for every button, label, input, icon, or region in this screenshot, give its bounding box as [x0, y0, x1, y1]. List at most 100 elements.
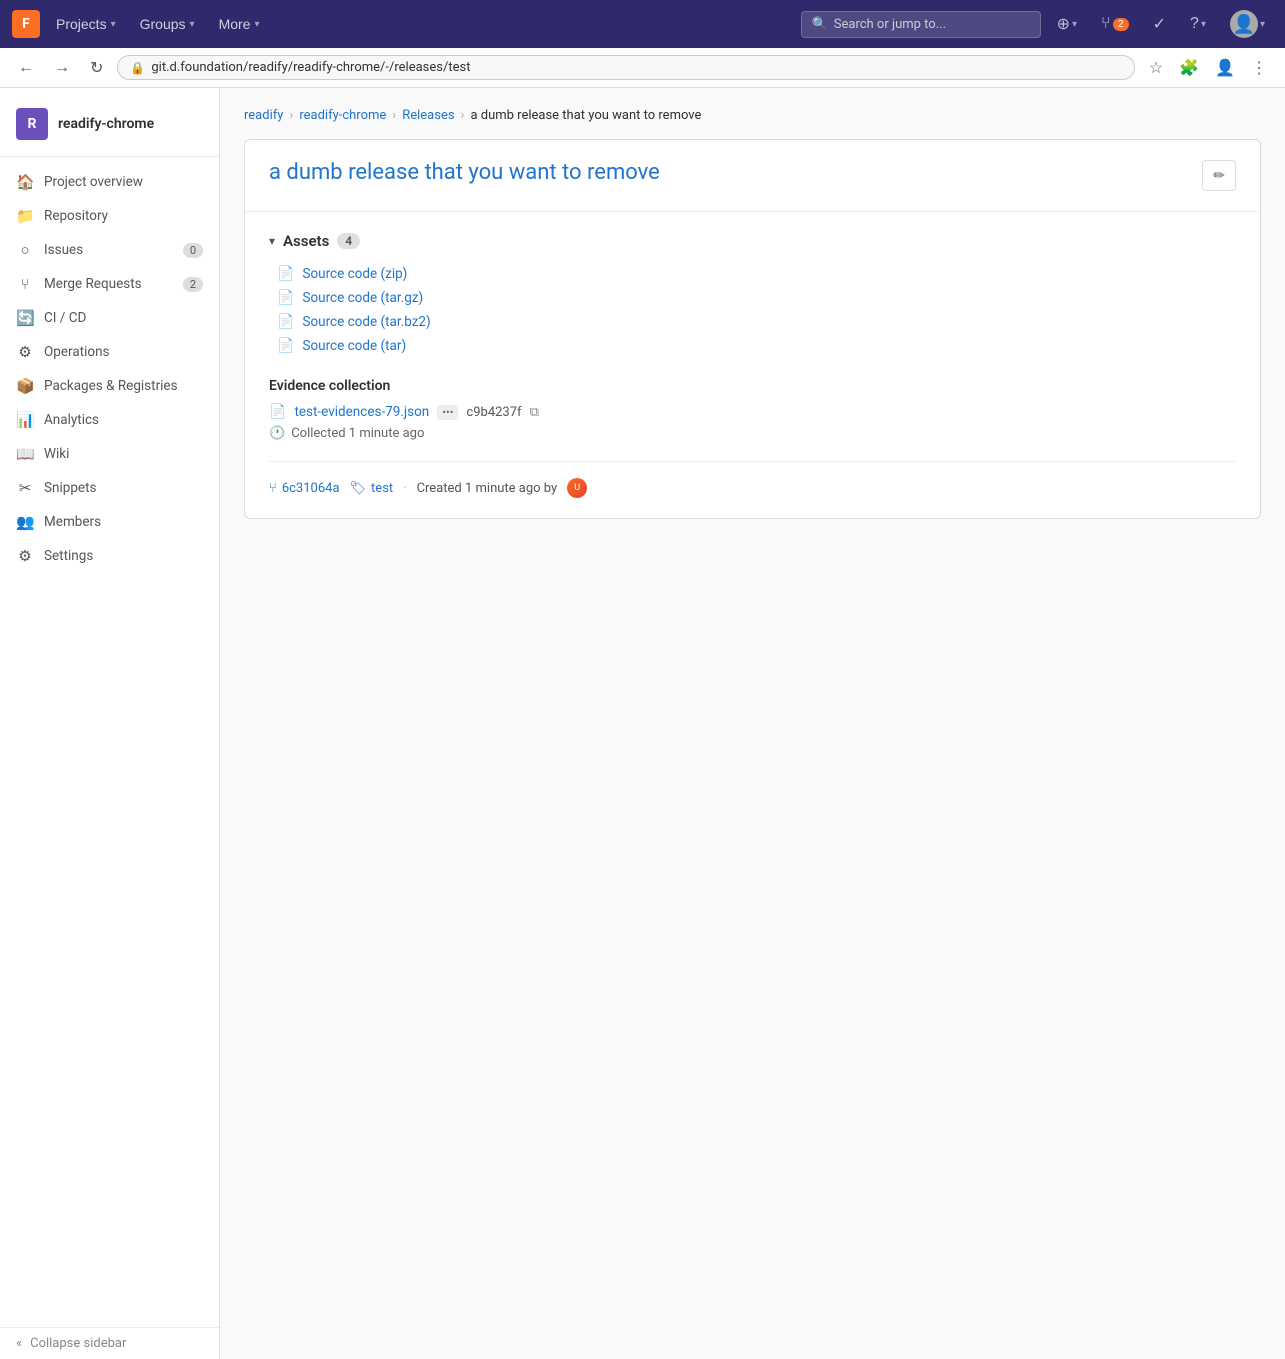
evidence-collected-text: Collected 1 minute ago: [291, 426, 424, 441]
asset-label-tarbz2: Source code (tar.bz2): [302, 314, 430, 330]
profile-button[interactable]: 👤: [1209, 56, 1241, 80]
sidebar-item-wiki[interactable]: 📖 Wiki: [0, 437, 219, 471]
tag-icon: 🏷: [350, 481, 367, 496]
sidebar-item-project-overview[interactable]: 🏠 Project overview: [0, 165, 219, 199]
ci-cd-icon: 🔄: [16, 309, 34, 327]
url-text: git.d.foundation/readify/readify-chrome/…: [151, 60, 470, 75]
evidence-hash: c9b4237f: [466, 405, 521, 420]
breadcrumb-readify[interactable]: readify: [244, 108, 283, 123]
help-icon: ?: [1190, 15, 1199, 33]
asset-label-targz: Source code (tar.gz): [302, 290, 423, 306]
user-menu[interactable]: 👤 ▾: [1222, 6, 1273, 42]
collapse-icon: «: [16, 1336, 22, 1351]
back-button[interactable]: ←: [12, 57, 40, 79]
tag-name: test: [371, 481, 393, 496]
star-button[interactable]: ☆: [1143, 56, 1169, 80]
commit-link[interactable]: ⑂ 6c31064a: [269, 481, 340, 496]
sidebar-label-analytics: Analytics: [44, 412, 203, 428]
help-chevron: ▾: [1201, 19, 1206, 30]
more-menu[interactable]: More ▾: [211, 12, 268, 36]
forward-button[interactable]: →: [48, 57, 76, 79]
issues-badge: 0: [183, 243, 203, 258]
evidence-row: 📄 test-evidences-79.json ••• c9b4237f ⧉: [269, 404, 1236, 420]
asset-label-tar: Source code (tar): [302, 338, 406, 354]
sidebar-item-analytics[interactable]: 📊 Analytics: [0, 403, 219, 437]
asset-icon-tar: 📄: [277, 338, 294, 354]
evidence-dots[interactable]: •••: [437, 405, 458, 420]
copy-hash-icon[interactable]: ⧉: [530, 405, 539, 420]
breadcrumb-releases[interactable]: Releases: [402, 108, 454, 123]
breadcrumb: readify › readify-chrome › Releases › a …: [244, 108, 1261, 123]
breadcrumb-sep-1: ›: [289, 108, 293, 123]
asset-item-targz[interactable]: 📄 Source code (tar.gz): [277, 286, 1236, 310]
meta-separator: ·: [403, 481, 406, 496]
analytics-icon: 📊: [16, 411, 34, 429]
tag-link[interactable]: 🏷 test: [350, 481, 394, 496]
projects-menu[interactable]: Projects ▾: [48, 12, 124, 36]
reload-button[interactable]: ↻: [84, 56, 109, 80]
collapse-label: Collapse sidebar: [30, 1336, 126, 1351]
wiki-icon: 📖: [16, 445, 34, 463]
members-icon: 👥: [16, 513, 34, 531]
sidebar-item-repository[interactable]: 📁 Repository: [0, 199, 219, 233]
sidebar-label-wiki: Wiki: [44, 446, 203, 462]
snippets-icon: ✂: [16, 479, 34, 497]
sidebar-label-repository: Repository: [44, 208, 203, 224]
sidebar-item-settings[interactable]: ⚙ Settings: [0, 539, 219, 573]
sidebar-item-ci-cd[interactable]: 🔄 CI / CD: [0, 301, 219, 335]
menu-button[interactable]: ⋮: [1245, 56, 1273, 80]
sidebar-label-merge-requests: Merge Requests: [44, 276, 173, 292]
project-name: readify-chrome: [58, 116, 154, 132]
asset-item-zip[interactable]: 📄 Source code (zip): [277, 262, 1236, 286]
projects-label: Projects: [56, 16, 107, 32]
sidebar-project-header: R readify-chrome: [0, 100, 219, 157]
url-input[interactable]: 🔒 git.d.foundation/readify/readify-chrom…: [117, 55, 1134, 80]
breadcrumb-current: a dumb release that you want to remove: [470, 108, 701, 123]
new-chevron: ▾: [1072, 19, 1077, 30]
asset-item-tar[interactable]: 📄 Source code (tar): [277, 334, 1236, 358]
creator-avatar: U: [567, 478, 587, 498]
url-bar: ← → ↻ 🔒 git.d.foundation/readify/readify…: [0, 48, 1285, 88]
sidebar-item-members[interactable]: 👥 Members: [0, 505, 219, 539]
breadcrumb-sep-2: ›: [392, 108, 396, 123]
release-title: a dumb release that you want to remove: [269, 160, 660, 185]
sidebar-item-operations[interactable]: ⚙ Operations: [0, 335, 219, 369]
packages-icon: 📦: [16, 377, 34, 395]
edit-release-button[interactable]: ✏: [1202, 160, 1236, 191]
commit-icon: ⑂: [269, 481, 277, 496]
search-bar[interactable]: 🔍 Search or jump to...: [801, 11, 1041, 38]
extensions-button[interactable]: 🧩: [1173, 56, 1205, 80]
help-button[interactable]: ? ▾: [1182, 11, 1214, 37]
sidebar-label-issues: Issues: [44, 242, 173, 258]
todo-button[interactable]: ✓: [1145, 10, 1174, 38]
groups-menu[interactable]: Groups ▾: [132, 12, 203, 36]
asset-icon-tarbz2: 📄: [277, 314, 294, 330]
new-item-button[interactable]: ⊕ ▾: [1049, 10, 1085, 38]
sidebar-item-merge-requests[interactable]: ⑂ Merge Requests 2: [0, 267, 219, 301]
sidebar-label-project-overview: Project overview: [44, 174, 203, 190]
assets-toggle[interactable]: ▾ Assets 4: [269, 232, 1236, 250]
merge-requests-button[interactable]: ⑂ 2: [1093, 11, 1137, 37]
evidence-file-icon: 📄: [269, 404, 286, 420]
asset-item-tarbz2[interactable]: 📄 Source code (tar.bz2): [277, 310, 1236, 334]
project-overview-icon: 🏠: [16, 173, 34, 191]
sidebar-item-issues[interactable]: ○ Issues 0: [0, 233, 219, 267]
sidebar-label-snippets: Snippets: [44, 480, 203, 496]
release-header: a dumb release that you want to remove ✏: [245, 140, 1260, 212]
settings-icon: ⚙: [16, 547, 34, 565]
gitlab-logo[interactable]: F: [12, 10, 40, 38]
groups-chevron: ▾: [190, 19, 195, 30]
asset-label-zip: Source code (zip): [302, 266, 407, 282]
evidence-section-title: Evidence collection: [269, 378, 1236, 394]
collapse-sidebar-button[interactable]: « Collapse sidebar: [0, 1327, 219, 1359]
sidebar-label-settings: Settings: [44, 548, 203, 564]
evidence-filename[interactable]: test-evidences-79.json: [294, 404, 429, 420]
sidebar-item-snippets[interactable]: ✂ Snippets: [0, 471, 219, 505]
sidebar-item-packages-registries[interactable]: 📦 Packages & Registries: [0, 369, 219, 403]
breadcrumb-readify-chrome[interactable]: readify-chrome: [299, 108, 386, 123]
project-avatar: R: [16, 108, 48, 140]
sidebar-label-ci-cd: CI / CD: [44, 310, 203, 326]
sidebar-label-operations: Operations: [44, 344, 203, 360]
groups-label: Groups: [140, 16, 186, 32]
plus-icon: ⊕: [1057, 14, 1070, 34]
